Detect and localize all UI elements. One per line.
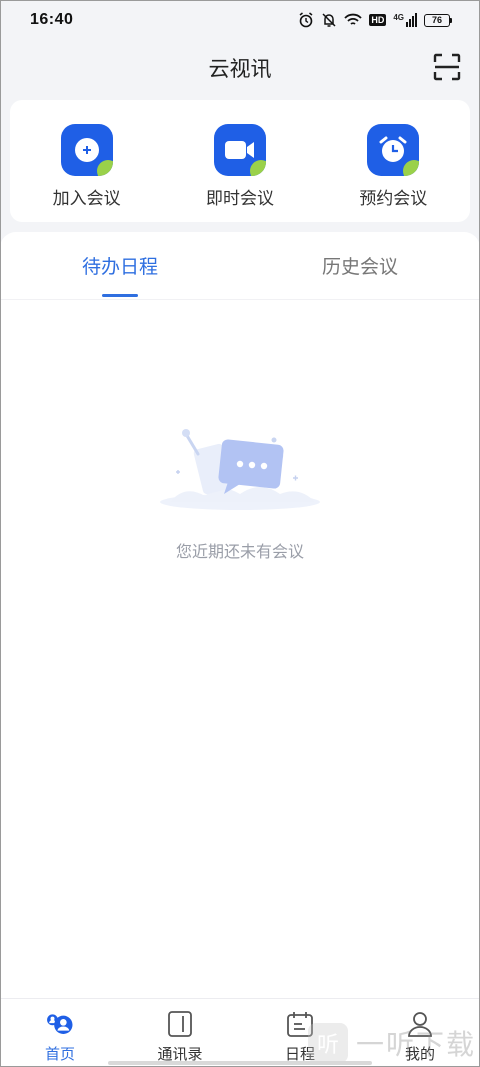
status-time: 16:40 [30, 11, 74, 28]
empty-state-illustration [160, 429, 320, 510]
app-header: 云视讯 [0, 40, 480, 96]
watermark-text: 一听下载 [355, 1029, 476, 1060]
watermark-logo: 听 一听下载 [307, 1020, 476, 1066]
status-bar: 16:40 HD 4G 76 [0, 0, 480, 40]
schedule-meeting-label: 预约会议 [359, 189, 428, 208]
wifi-icon [344, 13, 362, 25]
empty-state-message: 您近期还未有会议 [175, 544, 304, 561]
mute-bell-icon [322, 13, 336, 27]
active-tab-indicator [102, 294, 138, 297]
home-people-icon [45, 1009, 75, 1039]
plus-circle-icon [60, 124, 113, 176]
status-icons: HD 4G 76 [298, 12, 452, 28]
tab-history-label: 历史会议 [321, 257, 398, 278]
signal-indicator: 4G [393, 13, 417, 27]
battery-icon: 76 [424, 13, 452, 27]
network-type: 4G [393, 13, 404, 22]
home-indicator [108, 1061, 372, 1065]
schedule-meeting-button[interactable]: 预约会议 [333, 124, 453, 209]
instant-meeting-label: 即时会议 [205, 189, 274, 208]
quick-actions-card: 加入会议 即时会议 预约会议 [10, 100, 470, 222]
page-title: 云视讯 [208, 58, 272, 81]
join-meeting-label: 加入会议 [52, 189, 121, 208]
video-camera-icon [213, 124, 266, 176]
meeting-tabs: 待办日程 历史会议 [0, 232, 480, 300]
nav-label-home: 首页 [44, 1046, 75, 1063]
hd-badge: HD [369, 14, 387, 26]
instant-meeting-button[interactable]: 即时会议 [180, 124, 300, 209]
nav-item-contacts[interactable]: 通讯录 [120, 999, 240, 1067]
contacts-book-icon [165, 1009, 195, 1039]
tab-upcoming-schedule[interactable]: 待办日程 [0, 232, 240, 299]
tab-upcoming-label: 待办日程 [81, 257, 158, 278]
main-panel: 待办日程 历史会议 您近期还未有会议 [0, 232, 480, 998]
scan-icon[interactable] [432, 52, 462, 82]
nav-item-home[interactable]: 首页 [0, 999, 120, 1067]
watermark-badge: 听 [307, 1023, 348, 1063]
join-meeting-button[interactable]: 加入会议 [27, 124, 147, 209]
battery-level: 76 [424, 13, 450, 27]
alarm-icon [299, 12, 313, 28]
tab-meeting-history[interactable]: 历史会议 [240, 232, 480, 299]
alarm-clock-icon [367, 124, 420, 176]
